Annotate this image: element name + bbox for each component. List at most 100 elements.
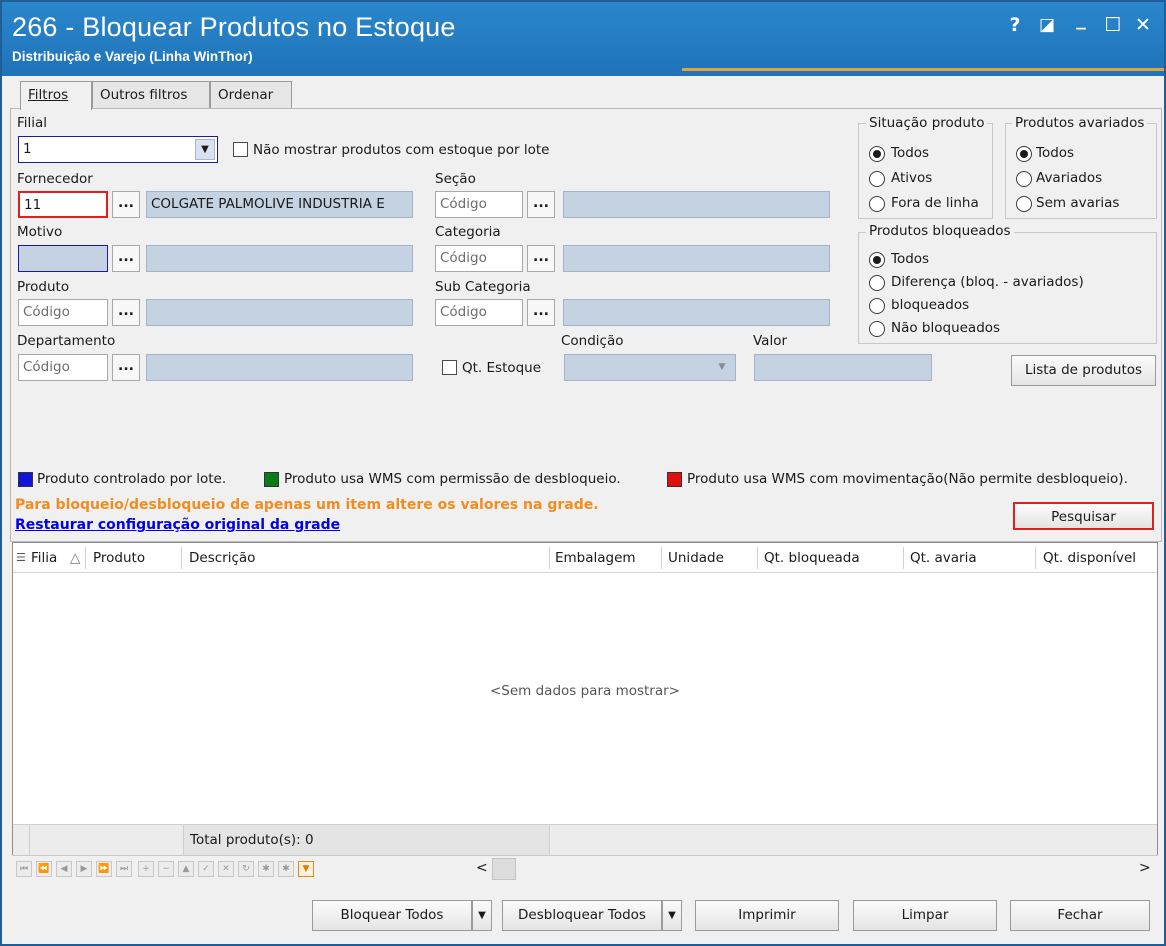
delete-record-icon[interactable]: −	[158, 861, 174, 877]
departamento-code-input[interactable]: Código	[18, 354, 108, 381]
column-qt-bloqueada[interactable]: Qt. bloqueada	[764, 543, 860, 573]
bloqueados-todos-radio[interactable]	[869, 252, 885, 268]
column-produto-label: Produto	[93, 550, 146, 566]
subcategoria-code-input[interactable]: Código	[435, 299, 523, 326]
refresh-icon[interactable]: ↻	[238, 861, 254, 877]
scroll-left-icon[interactable]: <	[476, 860, 488, 876]
column-qt-disponivel[interactable]: Qt. disponível	[1043, 543, 1136, 573]
legend-lote-label: Produto controlado por lote.	[37, 471, 227, 487]
window-subtitle: Distribuição e Varejo (Linha WinThor)	[12, 49, 253, 64]
cancel-edit-icon[interactable]: ✕	[218, 861, 234, 877]
post-record-icon[interactable]: ✓	[198, 861, 214, 877]
column-separator	[903, 547, 904, 569]
scroll-right-icon[interactable]: >	[1139, 860, 1151, 876]
next-page-icon[interactable]: ⏩	[96, 861, 112, 877]
column-chooser-icon[interactable]: ☰	[16, 543, 26, 573]
subcategoria-label: Sub Categoria	[435, 279, 531, 295]
categoria-code-input[interactable]: Código	[435, 245, 523, 272]
situacao-fora-linha-radio[interactable]	[869, 196, 885, 212]
fornecedor-lookup-button[interactable]: ...	[112, 191, 140, 218]
fechar-button[interactable]: Fechar	[1010, 900, 1150, 931]
column-separator	[661, 547, 662, 569]
window-title: 266 - Bloquear Produtos no Estoque	[12, 12, 456, 42]
pesquisar-button[interactable]: Pesquisar	[1013, 502, 1154, 530]
fornecedor-code-input[interactable]: 11	[18, 191, 108, 218]
situacao-ativos-radio[interactable]	[869, 171, 885, 187]
column-unidade[interactable]: Unidade	[668, 543, 724, 573]
departamento-lookup-button[interactable]: ...	[112, 354, 140, 381]
imprimir-button[interactable]: Imprimir	[695, 900, 839, 931]
produto-lookup-button[interactable]: ...	[112, 299, 140, 326]
tab-ordenar[interactable]: Ordenar	[210, 81, 292, 109]
avariados-avariados-radio[interactable]	[1016, 171, 1032, 187]
prev-record-icon[interactable]: ◀	[56, 861, 72, 877]
qt-estoque-label: Qt. Estoque	[462, 360, 542, 376]
chevron-down-icon[interactable]: ▼	[713, 357, 731, 378]
next-record-icon[interactable]: ▶	[76, 861, 92, 877]
limpar-button[interactable]: Limpar	[853, 900, 997, 931]
situacao-ativos-label: Ativos	[891, 170, 933, 186]
restore-icon[interactable]: ◪	[1034, 12, 1060, 38]
bloqueados-bloqueados-radio[interactable]	[869, 298, 885, 314]
bloqueados-bloqueados-label: bloqueados	[891, 297, 970, 313]
column-descricao[interactable]: Descrição	[189, 543, 255, 573]
filial-value: 1	[23, 141, 32, 157]
bloquear-todos-dropdown[interactable]: ▼	[472, 900, 492, 931]
produto-code-input[interactable]: Código	[18, 299, 108, 326]
situacao-fora-linha-label: Fora de linha	[891, 195, 979, 211]
footer-total-cell: Total produto(s): 0	[183, 825, 550, 856]
grid-empty-message: <Sem dados para mostrar>	[489, 683, 680, 699]
chevron-down-icon[interactable]: ▼	[195, 139, 215, 160]
subcategoria-lookup-button[interactable]: ...	[527, 299, 555, 326]
motivo-description-field	[146, 245, 413, 272]
desbloquear-todos-button[interactable]: Desbloquear Todos	[502, 900, 662, 931]
bloqueados-diferenca-radio[interactable]	[869, 275, 885, 291]
motivo-lookup-button[interactable]: ...	[112, 245, 140, 272]
tab-outros-filtros[interactable]: Outros filtros	[92, 81, 210, 109]
restore-grid-link[interactable]: Restaurar configuração original da grade	[15, 517, 340, 533]
secao-code-input[interactable]: Código	[435, 191, 523, 218]
edit-record-icon[interactable]: ▲	[178, 861, 194, 877]
situacao-todos-radio[interactable]	[869, 146, 885, 162]
valor-input[interactable]	[754, 354, 932, 381]
categoria-lookup-button[interactable]: ...	[527, 245, 555, 272]
horizontal-scroll-thumb[interactable]	[492, 858, 516, 880]
column-embalagem[interactable]: Embalagem	[555, 543, 636, 573]
column-qt-avaria[interactable]: Qt. avaria	[910, 543, 977, 573]
footer-separator	[29, 825, 30, 856]
filial-select[interactable]: 1 ▼	[18, 136, 218, 163]
secao-lookup-button[interactable]: ...	[527, 191, 555, 218]
qt-estoque-checkbox[interactable]	[442, 360, 457, 375]
filter-icon[interactable]: ▼	[298, 861, 314, 877]
insert-record-icon[interactable]: +	[138, 861, 154, 877]
bloquear-todos-button[interactable]: Bloquear Todos	[312, 900, 472, 931]
column-produto[interactable]: Produto	[93, 543, 145, 573]
avariados-todos-label: Todos	[1036, 145, 1075, 161]
avariados-sem-avarias-radio[interactable]	[1016, 196, 1032, 212]
prev-page-icon[interactable]: ⏪	[36, 861, 52, 877]
products-grid[interactable]: ☰ Filia △ Produto Descrição Embalagem Un…	[12, 542, 1158, 882]
grid-navigator: ⏮ ⏪ ◀ ▶ ⏩ ⏭ + − ▲ ✓ ✕ ↻ ✱ ✱ ▼ < >	[12, 855, 1158, 882]
motivo-label: Motivo	[17, 224, 63, 240]
last-record-icon[interactable]: ⏭	[116, 861, 132, 877]
goto-bookmark-icon[interactable]: ✱	[278, 861, 294, 877]
column-filia[interactable]: Filia	[31, 543, 57, 573]
first-record-icon[interactable]: ⏮	[16, 861, 32, 877]
motivo-code-input[interactable]	[18, 245, 108, 272]
sort-indicator-icon: △	[70, 550, 81, 566]
maximize-icon[interactable]: ☐	[1100, 12, 1126, 38]
legend-wms-movimentacao-label: Produto usa WMS com movimentação(Não per…	[687, 471, 1128, 487]
tab-filtros-label: Filtros	[28, 87, 69, 103]
nao-mostrar-lote-checkbox[interactable]	[233, 142, 248, 157]
bloqueados-diferenca-label: Diferença (bloq. - avariados)	[891, 274, 1084, 290]
minimize-icon[interactable]: _	[1068, 6, 1094, 32]
save-bookmark-icon[interactable]: ✱	[258, 861, 274, 877]
help-icon[interactable]: ?	[1002, 12, 1028, 38]
tab-filtros[interactable]: Filtros	[20, 81, 92, 110]
close-icon[interactable]: ✕	[1130, 12, 1156, 38]
desbloquear-todos-dropdown[interactable]: ▼	[662, 900, 682, 931]
lista-produtos-button[interactable]: Lista de produtos	[1011, 355, 1156, 386]
avariados-todos-radio[interactable]	[1016, 146, 1032, 162]
bloqueados-nao-bloqueados-radio[interactable]	[869, 321, 885, 337]
condicao-select[interactable]: ▼	[564, 354, 736, 381]
